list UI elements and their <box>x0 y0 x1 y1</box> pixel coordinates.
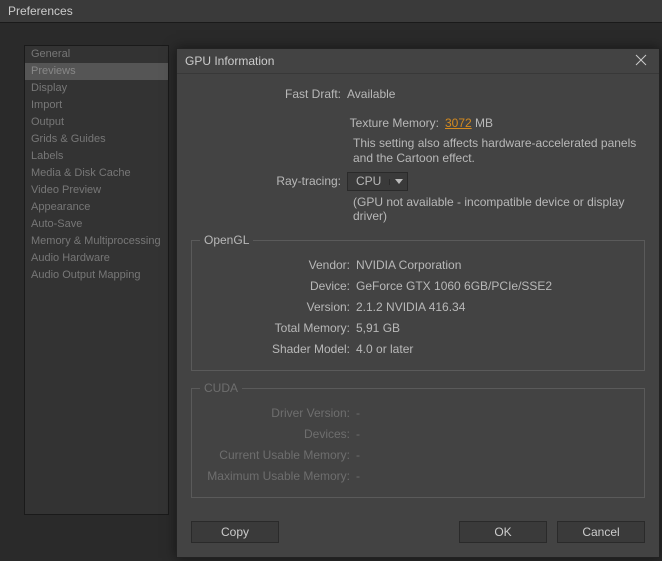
ray-tracing-value-wrap: CPU <box>347 172 645 191</box>
preferences-title: Preferences <box>8 4 73 18</box>
ray-tracing-row: Ray-tracing: CPU <box>191 172 645 191</box>
cuda-maximum-usable-row: Maximum Usable Memory: - <box>200 468 636 485</box>
sidebar-item-memory-multiprocessing[interactable]: Memory & Multiprocessing <box>25 233 168 250</box>
sidebar-item-label: Labels <box>31 150 63 162</box>
opengl-device-value: GeForce GTX 1060 6GB/PCIe/SSE2 <box>356 278 636 295</box>
dialog-button-bar: Copy OK Cancel <box>177 515 659 557</box>
cuda-devices-value: - <box>356 426 636 443</box>
opengl-version-value: 2.1.2 NVIDIA 416.34 <box>356 299 636 316</box>
sidebar-item-audio-hardware[interactable]: Audio Hardware <box>25 250 168 267</box>
ray-tracing-dropdown[interactable]: CPU <box>347 172 408 191</box>
texture-memory-unit: MB <box>472 116 493 130</box>
cuda-current-usable-value: - <box>356 447 636 464</box>
opengl-vendor-label: Vendor: <box>200 257 356 274</box>
gpu-info-dialog: GPU Information Fast Draft: Available Te… <box>176 48 660 558</box>
texture-memory-value[interactable]: 3072 <box>445 116 472 130</box>
cuda-devices-label: Devices: <box>200 426 356 443</box>
button-spacer <box>289 521 449 543</box>
fast-draft-value: Available <box>347 86 645 103</box>
sidebar-item-output[interactable]: Output <box>25 114 168 131</box>
cuda-driver-version-row: Driver Version: - <box>200 405 636 422</box>
cuda-current-usable-label: Current Usable Memory: <box>200 447 356 464</box>
opengl-version-label: Version: <box>200 299 356 316</box>
fast-draft-label: Fast Draft: <box>191 86 347 103</box>
dialog-content: Fast Draft: Available Texture Memory: 30… <box>177 74 659 515</box>
cuda-devices-row: Devices: - <box>200 426 636 443</box>
sidebar-item-label: Audio Hardware <box>31 252 110 264</box>
cuda-legend: CUDA <box>200 381 242 395</box>
sidebar-item-appearance[interactable]: Appearance <box>25 199 168 216</box>
sidebar-item-label: Appearance <box>31 201 90 213</box>
sidebar-item-video-preview[interactable]: Video Preview <box>25 182 168 199</box>
cuda-fieldset: CUDA Driver Version: - Devices: - Curren… <box>191 381 645 498</box>
sidebar-item-label: Memory & Multiprocessing <box>31 235 161 247</box>
texture-memory-row: Texture Memory: 3072 MB <box>191 115 645 132</box>
close-icon[interactable] <box>631 54 651 68</box>
sidebar-item-audio-output-mapping[interactable]: Audio Output Mapping <box>25 267 168 284</box>
sidebar-item-display[interactable]: Display <box>25 80 168 97</box>
cuda-maximum-usable-value: - <box>356 468 636 485</box>
opengl-shader-model-value: 4.0 or later <box>356 341 636 358</box>
opengl-shader-model-label: Shader Model: <box>200 341 356 358</box>
sidebar-item-label: Auto-Save <box>31 218 82 230</box>
dialog-title: GPU Information <box>185 54 274 68</box>
gpu-unavailable-note: (GPU not available - incompatible device… <box>353 195 645 223</box>
sidebar-item-label: Import <box>31 99 62 111</box>
sidebar-item-label: Audio Output Mapping <box>31 269 140 281</box>
opengl-version-row: Version: 2.1.2 NVIDIA 416.34 <box>200 299 636 316</box>
cuda-driver-version-label: Driver Version: <box>200 405 356 422</box>
sidebar-item-previews[interactable]: Previews <box>25 63 168 80</box>
opengl-legend: OpenGL <box>200 233 253 247</box>
sidebar-item-import[interactable]: Import <box>25 97 168 114</box>
sidebar-item-label: Media & Disk Cache <box>31 167 131 179</box>
cuda-current-usable-row: Current Usable Memory: - <box>200 447 636 464</box>
opengl-total-memory-label: Total Memory: <box>200 320 356 337</box>
ok-button[interactable]: OK <box>459 521 547 543</box>
sidebar-item-label: Display <box>31 82 67 94</box>
preferences-titlebar: Preferences <box>0 0 662 23</box>
opengl-total-memory-row: Total Memory: 5,91 GB <box>200 320 636 337</box>
preferences-sidebar: General Previews Display Import Output G… <box>24 45 169 515</box>
sidebar-item-label: Grids & Guides <box>31 133 106 145</box>
opengl-total-memory-value: 5,91 GB <box>356 320 636 337</box>
sidebar-item-general[interactable]: General <box>25 46 168 63</box>
opengl-vendor-value: NVIDIA Corporation <box>356 257 636 274</box>
opengl-device-row: Device: GeForce GTX 1060 6GB/PCIe/SSE2 <box>200 278 636 295</box>
sidebar-item-media-disk-cache[interactable]: Media & Disk Cache <box>25 165 168 182</box>
cuda-maximum-usable-label: Maximum Usable Memory: <box>200 468 356 485</box>
sidebar-item-label: General <box>31 48 70 60</box>
cancel-button[interactable]: Cancel <box>557 521 645 543</box>
texture-memory-note: This setting also affects hardware-accel… <box>353 136 645 166</box>
sidebar-item-labels[interactable]: Labels <box>25 148 168 165</box>
copy-button[interactable]: Copy <box>191 521 279 543</box>
opengl-vendor-row: Vendor: NVIDIA Corporation <box>200 257 636 274</box>
cuda-driver-version-value: - <box>356 405 636 422</box>
opengl-shader-model-row: Shader Model: 4.0 or later <box>200 341 636 358</box>
dialog-titlebar: GPU Information <box>177 49 659 74</box>
sidebar-item-label: Video Preview <box>31 184 101 196</box>
sidebar-item-label: Output <box>31 116 64 128</box>
opengl-fieldset: OpenGL Vendor: NVIDIA Corporation Device… <box>191 233 645 371</box>
fast-draft-row: Fast Draft: Available <box>191 86 645 103</box>
ray-tracing-selected: CPU <box>356 173 381 190</box>
ray-tracing-label: Ray-tracing: <box>191 173 347 190</box>
texture-memory-label: Texture Memory: <box>191 115 445 132</box>
texture-memory-value-wrap: 3072 MB <box>445 115 645 132</box>
opengl-device-label: Device: <box>200 278 356 295</box>
sidebar-item-auto-save[interactable]: Auto-Save <box>25 216 168 233</box>
chevron-down-icon <box>389 179 403 185</box>
sidebar-item-label: Previews <box>31 65 76 77</box>
sidebar-item-grids-guides[interactable]: Grids & Guides <box>25 131 168 148</box>
